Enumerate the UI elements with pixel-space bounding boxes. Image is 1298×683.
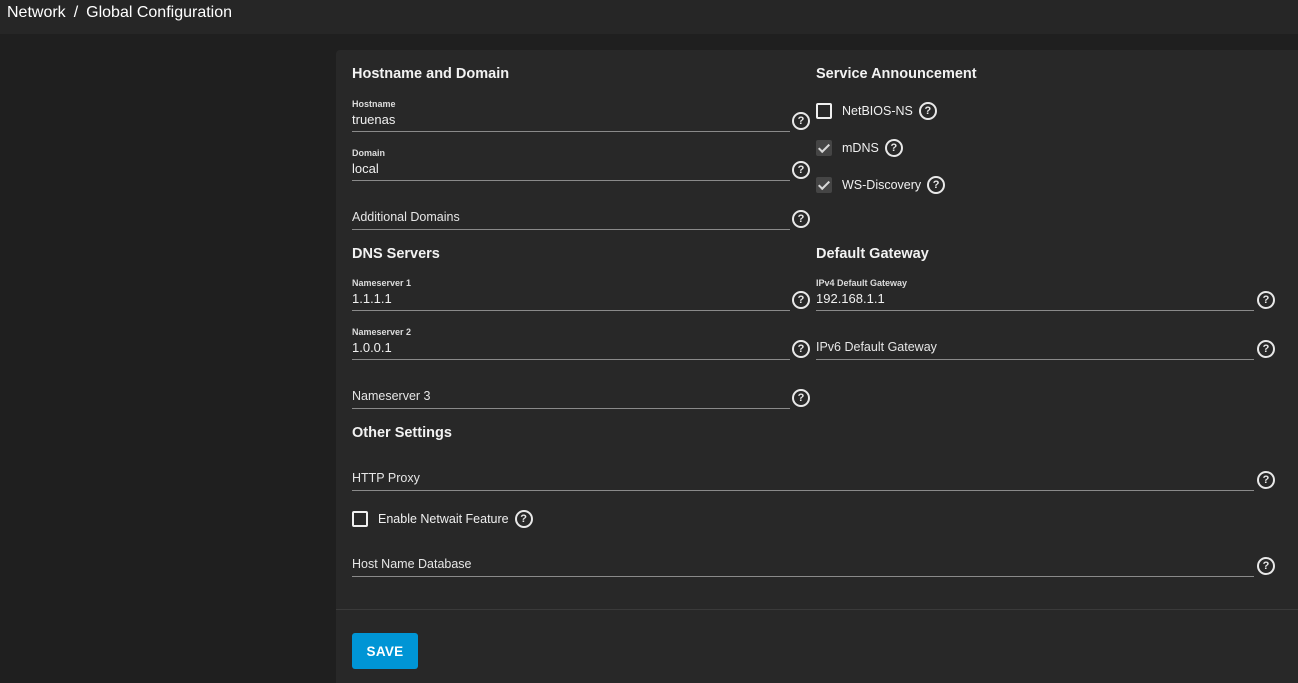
breadcrumb: Network / Global Configuration [7,4,232,22]
netbios-ns-row: NetBIOS-NS ? [816,102,937,120]
domain-field[interactable]: Domain local [352,148,790,181]
section-service-announcement: Service Announcement [816,66,977,82]
hostname-value: truenas [352,112,396,127]
ws-discovery-label: WS-Discovery [842,178,922,192]
ipv6-gateway-help-icon[interactable]: ? [1257,340,1275,358]
nameserver2-label: Nameserver 2 [352,327,412,337]
additional-domains-help-icon[interactable]: ? [792,210,810,228]
nameserver2-help-icon[interactable]: ? [792,340,810,358]
hostname-help-icon[interactable]: ? [792,112,810,130]
domain-label: Domain [352,148,386,158]
host-name-database-placeholder: Host Name Database [352,557,472,571]
host-name-database-field[interactable]: Host Name Database [352,544,1254,577]
breadcrumb-network-link[interactable]: Network [7,4,66,21]
netwait-label: Enable Netwait Feature [378,512,509,526]
section-dns-servers: DNS Servers [352,246,440,262]
save-button[interactable]: SAVE [352,633,418,669]
ipv4-gateway-label: IPv4 Default Gateway [816,278,908,288]
breadcrumb-current: Global Configuration [86,4,233,21]
section-default-gateway: Default Gateway [816,246,929,262]
nameserver2-field[interactable]: Nameserver 2 1.0.0.1 [352,327,790,360]
domain-help-icon[interactable]: ? [792,161,810,179]
nameserver1-value: 1.1.1.1 [352,291,392,306]
http-proxy-field[interactable]: HTTP Proxy [352,458,1254,491]
ipv6-gateway-field[interactable]: IPv6 Default Gateway [816,327,1254,360]
additional-domains-placeholder: Additional Domains [352,210,460,224]
nameserver3-field[interactable]: Nameserver 3 [352,376,790,409]
mdns-checkbox[interactable] [816,140,832,156]
nameserver2-value: 1.0.0.1 [352,340,392,355]
netwait-row: Enable Netwait Feature ? [352,510,533,528]
ws-discovery-row: WS-Discovery ? [816,176,946,194]
top-bar: Network / Global Configuration [0,0,1298,34]
netwait-checkbox[interactable] [352,511,368,527]
netbios-ns-label: NetBIOS-NS [842,104,913,118]
nameserver3-help-icon[interactable]: ? [792,389,810,407]
hostname-label: Hostname [352,99,396,109]
nameserver3-placeholder: Nameserver 3 [352,389,431,403]
ipv4-gateway-value: 192.168.1.1 [816,291,885,306]
ipv4-gateway-help-icon[interactable]: ? [1257,291,1275,309]
breadcrumb-separator: / [73,4,79,21]
mdns-help-icon[interactable]: ? [884,139,903,157]
actions-divider [336,609,1298,610]
nameserver1-help-icon[interactable]: ? [792,291,810,309]
ipv6-gateway-placeholder: IPv6 Default Gateway [816,340,937,354]
netbios-ns-checkbox[interactable] [816,103,832,119]
http-proxy-help-icon[interactable]: ? [1257,471,1275,489]
netwait-help-icon[interactable]: ? [514,510,533,528]
domain-value: local [352,161,379,176]
section-hostname-domain: Hostname and Domain [352,66,510,82]
ws-discovery-help-icon[interactable]: ? [927,176,946,194]
mdns-label: mDNS [842,141,879,155]
mdns-row: mDNS ? [816,139,903,157]
hostname-field[interactable]: Hostname truenas [352,99,790,132]
ipv4-gateway-field[interactable]: IPv4 Default Gateway 192.168.1.1 [816,278,1254,311]
additional-domains-field[interactable]: Additional Domains [352,197,790,230]
ws-discovery-checkbox[interactable] [816,177,832,193]
nameserver1-label: Nameserver 1 [352,278,412,288]
http-proxy-placeholder: HTTP Proxy [352,471,420,485]
host-name-database-help-icon[interactable]: ? [1257,557,1275,575]
nameserver1-field[interactable]: Nameserver 1 1.1.1.1 [352,278,790,311]
netbios-ns-help-icon[interactable]: ? [918,102,937,120]
section-other-settings: Other Settings [352,425,452,441]
